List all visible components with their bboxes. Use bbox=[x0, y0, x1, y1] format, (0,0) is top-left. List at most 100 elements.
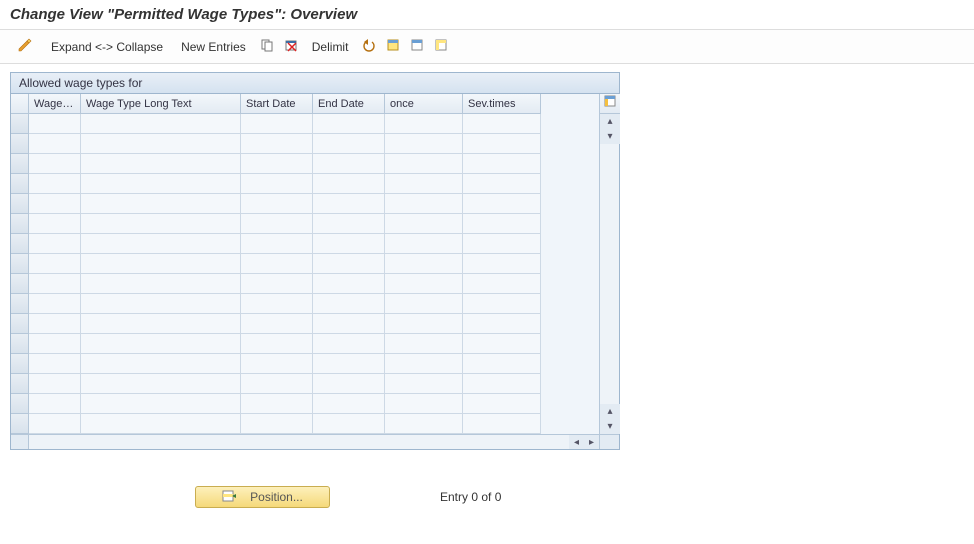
table-cell[interactable] bbox=[313, 154, 385, 174]
table-cell[interactable] bbox=[81, 134, 241, 154]
table-cell[interactable] bbox=[29, 394, 81, 414]
table-cell[interactable] bbox=[463, 154, 541, 174]
table-cell[interactable] bbox=[463, 134, 541, 154]
column-header-sev-times[interactable]: Sev.times bbox=[463, 94, 541, 114]
table-cell[interactable] bbox=[241, 414, 313, 434]
table-cell[interactable] bbox=[81, 374, 241, 394]
table-cell[interactable] bbox=[241, 194, 313, 214]
deselect-all-button[interactable] bbox=[407, 37, 427, 57]
table-cell[interactable] bbox=[313, 194, 385, 214]
row-selector[interactable] bbox=[11, 414, 29, 434]
table-cell[interactable] bbox=[81, 194, 241, 214]
table-cell[interactable] bbox=[463, 314, 541, 334]
table-cell[interactable] bbox=[29, 314, 81, 334]
table-cell[interactable] bbox=[241, 154, 313, 174]
table-cell[interactable] bbox=[313, 234, 385, 254]
table-cell[interactable] bbox=[313, 214, 385, 234]
table-cell[interactable] bbox=[313, 374, 385, 394]
v-scroll-track[interactable] bbox=[600, 144, 619, 404]
table-cell[interactable] bbox=[29, 154, 81, 174]
table-cell[interactable] bbox=[385, 274, 463, 294]
table-cell[interactable] bbox=[463, 414, 541, 434]
column-header-start-date[interactable]: Start Date bbox=[241, 94, 313, 114]
table-cell[interactable] bbox=[313, 134, 385, 154]
row-selector[interactable] bbox=[11, 374, 29, 394]
table-cell[interactable] bbox=[463, 194, 541, 214]
row-selector[interactable] bbox=[11, 234, 29, 254]
table-cell[interactable] bbox=[81, 354, 241, 374]
table-cell[interactable] bbox=[313, 354, 385, 374]
table-cell[interactable] bbox=[313, 394, 385, 414]
table-cell[interactable] bbox=[29, 254, 81, 274]
scroll-right-button[interactable]: ▸ bbox=[584, 435, 599, 449]
column-header-wage-type[interactable]: Wage T... bbox=[29, 94, 81, 114]
table-cell[interactable] bbox=[385, 374, 463, 394]
table-cell[interactable] bbox=[385, 314, 463, 334]
config-select-button[interactable] bbox=[431, 37, 451, 57]
table-cell[interactable] bbox=[81, 414, 241, 434]
table-cell[interactable] bbox=[29, 354, 81, 374]
scroll-up-button-bottom[interactable]: ▴ bbox=[600, 404, 620, 419]
row-selector[interactable] bbox=[11, 214, 29, 234]
copy-button[interactable] bbox=[257, 37, 277, 57]
table-cell[interactable] bbox=[385, 294, 463, 314]
row-selector[interactable] bbox=[11, 314, 29, 334]
table-cell[interactable] bbox=[241, 354, 313, 374]
table-cell[interactable] bbox=[385, 174, 463, 194]
row-selector[interactable] bbox=[11, 394, 29, 414]
delete-button[interactable] bbox=[281, 37, 301, 57]
table-cell[interactable] bbox=[313, 314, 385, 334]
table-cell[interactable] bbox=[385, 194, 463, 214]
table-cell[interactable] bbox=[463, 354, 541, 374]
table-cell[interactable] bbox=[241, 234, 313, 254]
row-selector[interactable] bbox=[11, 174, 29, 194]
table-configure-button[interactable] bbox=[600, 94, 620, 114]
table-cell[interactable] bbox=[29, 374, 81, 394]
table-cell[interactable] bbox=[385, 154, 463, 174]
table-cell[interactable] bbox=[385, 394, 463, 414]
row-selector[interactable] bbox=[11, 134, 29, 154]
table-cell[interactable] bbox=[81, 154, 241, 174]
table-cell[interactable] bbox=[241, 274, 313, 294]
table-cell[interactable] bbox=[81, 254, 241, 274]
row-selector[interactable] bbox=[11, 294, 29, 314]
table-cell[interactable] bbox=[463, 374, 541, 394]
row-selector[interactable] bbox=[11, 274, 29, 294]
table-cell[interactable] bbox=[241, 334, 313, 354]
table-cell[interactable] bbox=[29, 134, 81, 154]
table-cell[interactable] bbox=[313, 274, 385, 294]
row-selector[interactable] bbox=[11, 354, 29, 374]
column-header-wage-type-long-text[interactable]: Wage Type Long Text bbox=[81, 94, 241, 114]
table-cell[interactable] bbox=[29, 234, 81, 254]
column-header-once[interactable]: once bbox=[385, 94, 463, 114]
table-cell[interactable] bbox=[29, 334, 81, 354]
table-cell[interactable] bbox=[313, 174, 385, 194]
table-cell[interactable] bbox=[29, 214, 81, 234]
table-cell[interactable] bbox=[29, 294, 81, 314]
table-cell[interactable] bbox=[81, 114, 241, 134]
row-selector[interactable] bbox=[11, 194, 29, 214]
table-cell[interactable] bbox=[463, 174, 541, 194]
table-cell[interactable] bbox=[385, 134, 463, 154]
expand-collapse-button[interactable]: Expand <-> Collapse bbox=[44, 37, 170, 57]
toggle-display-change-button[interactable] bbox=[10, 34, 40, 59]
table-cell[interactable] bbox=[463, 214, 541, 234]
table-cell[interactable] bbox=[241, 134, 313, 154]
table-cell[interactable] bbox=[241, 314, 313, 334]
table-cell[interactable] bbox=[463, 294, 541, 314]
undo-button[interactable] bbox=[359, 37, 379, 57]
row-selector[interactable] bbox=[11, 154, 29, 174]
table-cell[interactable] bbox=[463, 274, 541, 294]
table-cell[interactable] bbox=[463, 254, 541, 274]
h-scroll-track[interactable] bbox=[29, 435, 569, 449]
row-selector[interactable] bbox=[11, 254, 29, 274]
table-cell[interactable] bbox=[385, 234, 463, 254]
table-cell[interactable] bbox=[29, 114, 81, 134]
table-cell[interactable] bbox=[81, 234, 241, 254]
table-cell[interactable] bbox=[29, 414, 81, 434]
select-all-button[interactable] bbox=[383, 37, 403, 57]
row-selector[interactable] bbox=[11, 114, 29, 134]
table-cell[interactable] bbox=[241, 174, 313, 194]
table-cell[interactable] bbox=[463, 334, 541, 354]
table-cell[interactable] bbox=[313, 254, 385, 274]
